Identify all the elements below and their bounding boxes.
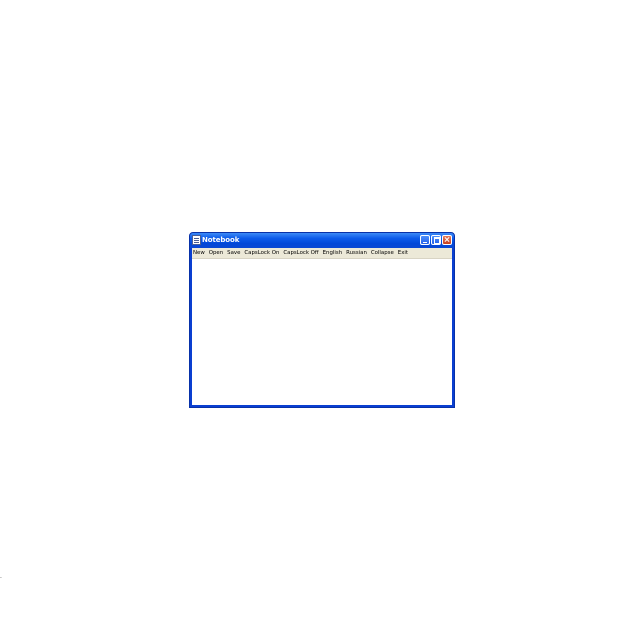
- window-title: Notebook: [202, 236, 240, 244]
- menu-item-capslock-on[interactable]: CapsLock On: [243, 248, 281, 258]
- maximize-icon[interactable]: [431, 235, 441, 245]
- corner-mark: -: [0, 575, 2, 581]
- menu-item-english[interactable]: English: [322, 248, 344, 258]
- menu-item-save[interactable]: Save: [226, 248, 242, 258]
- notebook-window: Notebook New Open Save CapsLock On CapsL…: [189, 232, 455, 408]
- text-editor-area[interactable]: [192, 258, 452, 405]
- menu-item-capslock-off[interactable]: CapsLock Off: [282, 248, 320, 258]
- menu-bar: New Open Save CapsLock On CapsLock Off E…: [192, 248, 452, 258]
- title-bar[interactable]: Notebook: [190, 233, 454, 248]
- menu-item-collapse[interactable]: Collapse: [370, 248, 396, 258]
- notepad-icon: [192, 235, 201, 245]
- minimize-icon[interactable]: [420, 235, 430, 245]
- close-icon[interactable]: [442, 235, 452, 245]
- menu-item-exit[interactable]: Exit: [397, 248, 410, 258]
- menu-item-russian[interactable]: Russian: [345, 248, 369, 258]
- menu-item-open[interactable]: Open: [208, 248, 225, 258]
- menu-item-new[interactable]: New: [192, 248, 207, 258]
